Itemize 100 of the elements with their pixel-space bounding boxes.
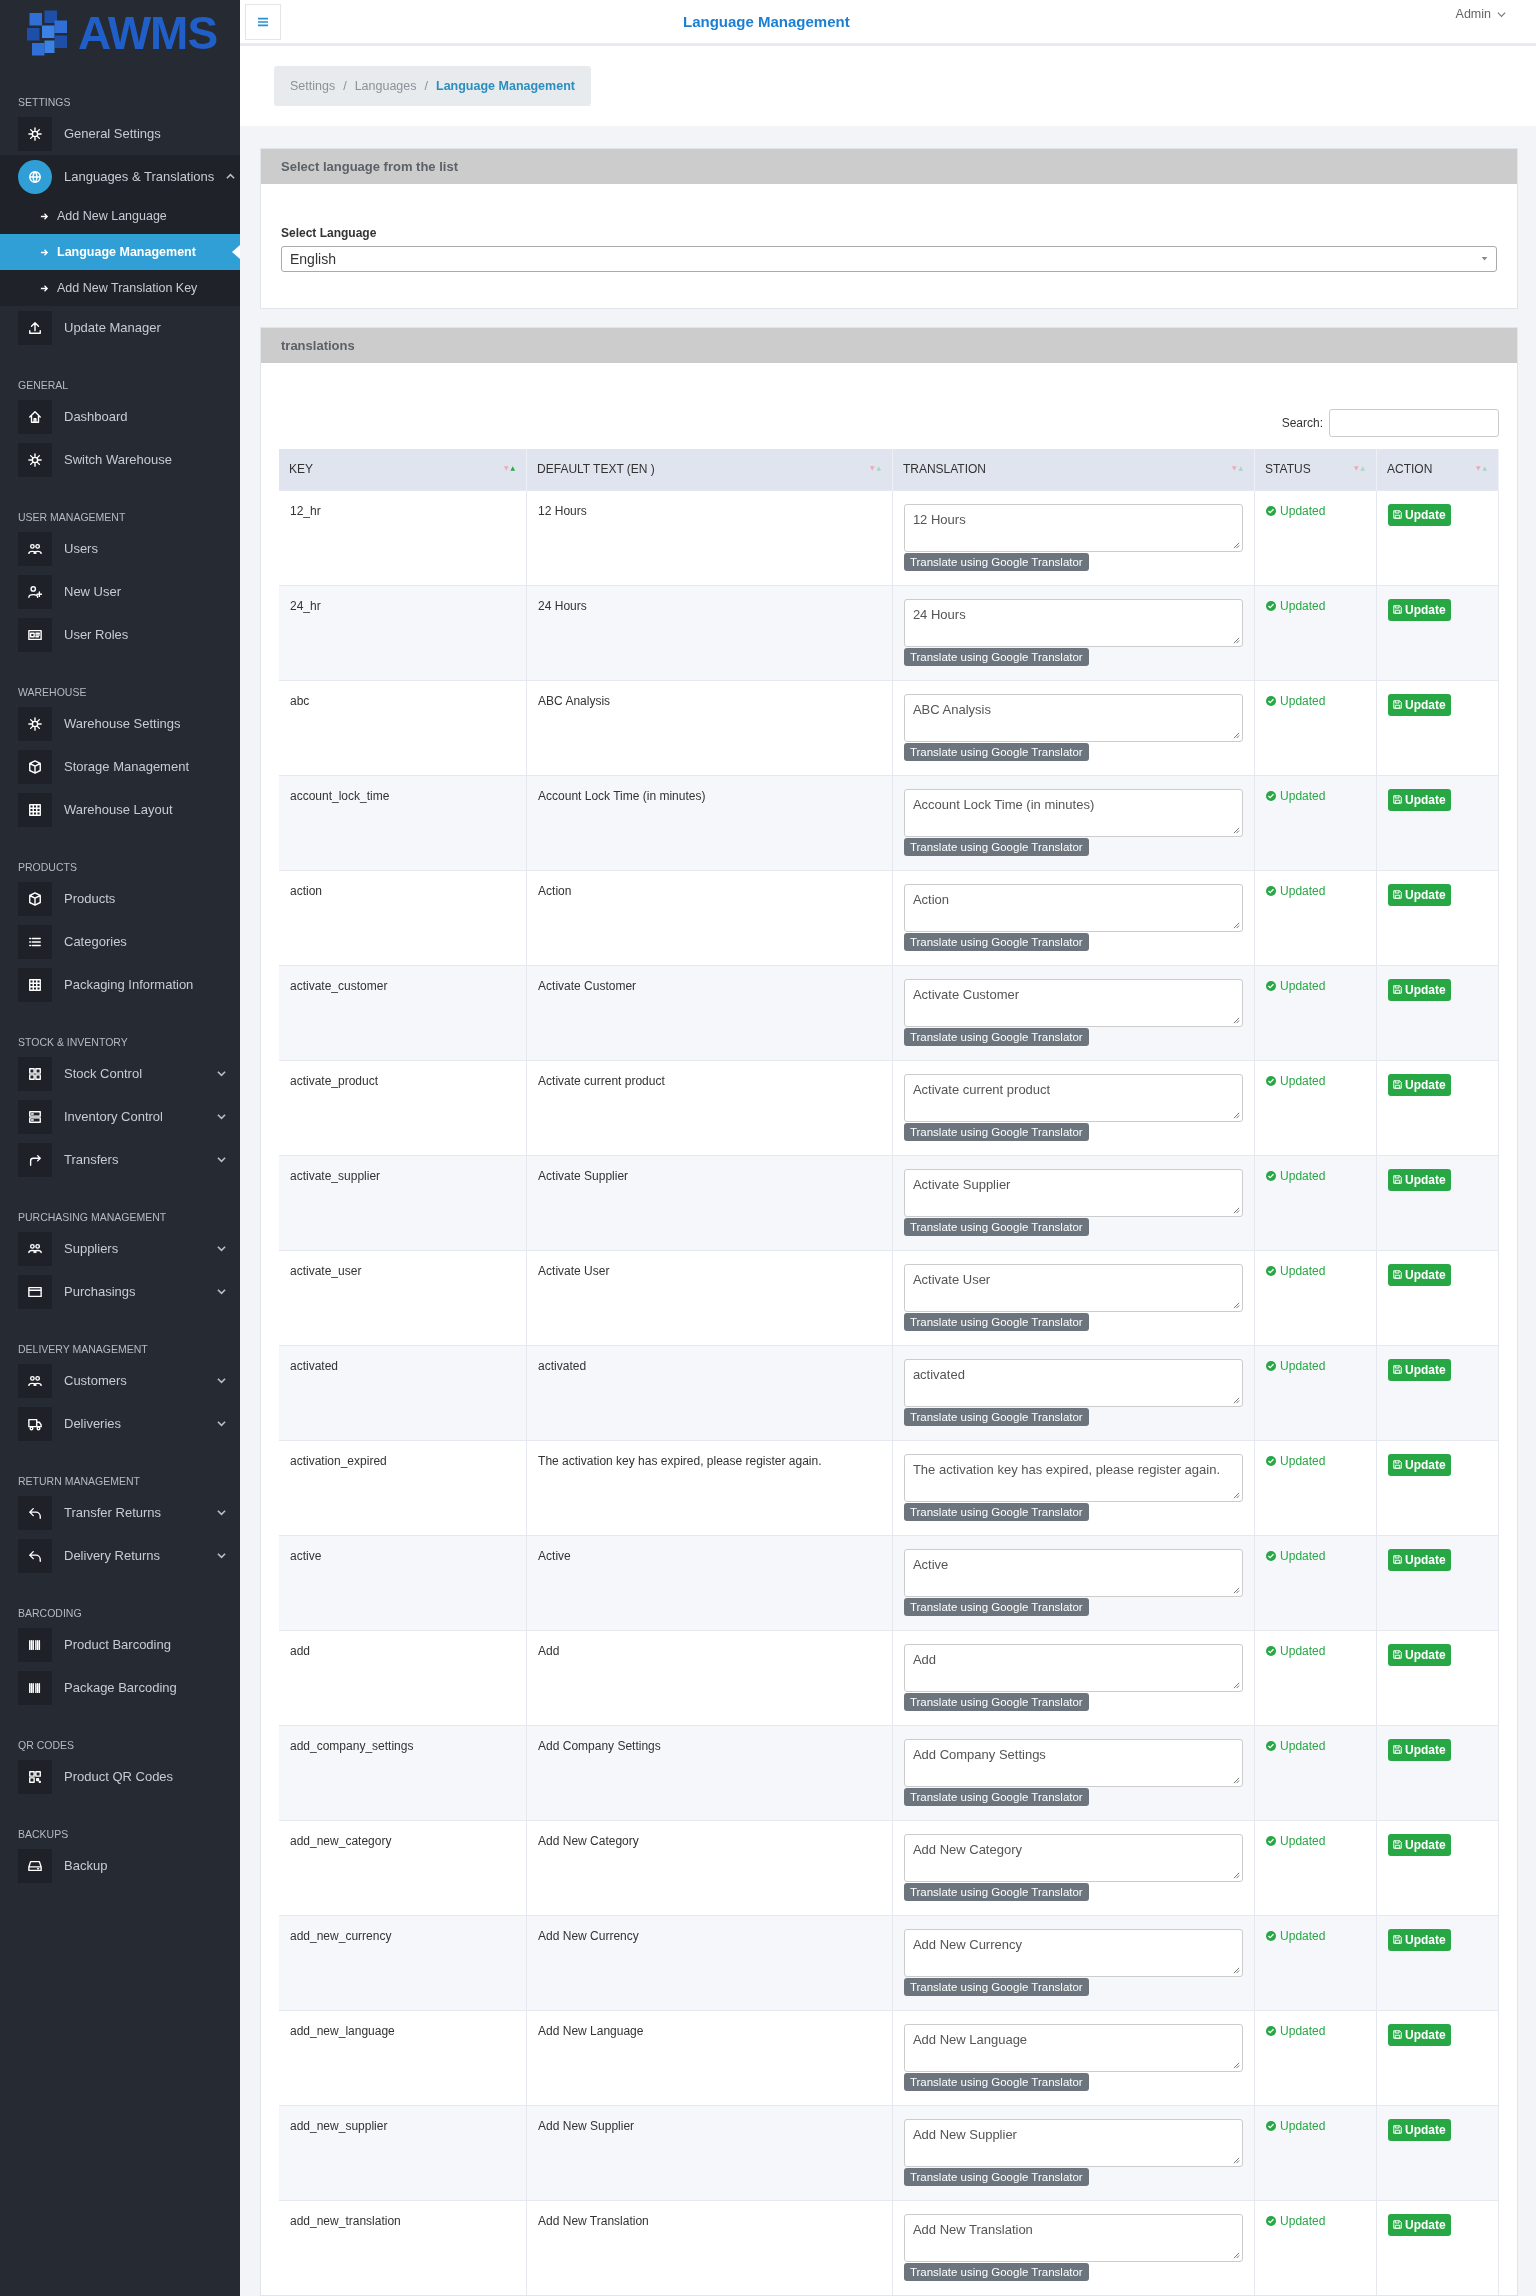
resize-grip-icon[interactable] xyxy=(1233,1776,1241,1784)
column-header[interactable]: STATUS xyxy=(1254,448,1377,490)
translation-field[interactable]: Add New Supplier xyxy=(903,2118,1244,2167)
sidebar-item[interactable]: Transfers xyxy=(0,1138,240,1181)
translation-field[interactable]: 12 Hours xyxy=(903,503,1244,552)
resize-grip-icon[interactable] xyxy=(1233,2251,1241,2259)
sidebar-item[interactable]: Package Barcoding xyxy=(0,1666,240,1709)
translation-field[interactable]: The activation key has expired, please register again. xyxy=(903,1453,1244,1502)
translate-button[interactable]: Translate using Google Translator xyxy=(903,2167,1089,2186)
translation-field[interactable]: Add New Language xyxy=(903,2023,1244,2072)
translate-button[interactable]: Translate using Google Translator xyxy=(903,1027,1089,1046)
translation-field[interactable]: Active xyxy=(903,1548,1244,1597)
sidebar-item[interactable]: Product Barcoding xyxy=(0,1623,240,1666)
translate-button[interactable]: Translate using Google Translator xyxy=(903,552,1089,571)
translation-field[interactable]: Activate Supplier xyxy=(903,1168,1244,1217)
translate-button[interactable]: Translate using Google Translator xyxy=(903,1882,1089,1901)
resize-grip-icon[interactable] xyxy=(1233,921,1241,929)
sidebar-item[interactable]: Users xyxy=(0,527,240,570)
sidebar-item[interactable]: Product QR Codes xyxy=(0,1755,240,1798)
sidebar-item[interactable]: User Roles xyxy=(0,613,240,656)
translate-button[interactable]: Translate using Google Translator xyxy=(903,932,1089,951)
sidebar-item[interactable]: Stock Control xyxy=(0,1052,240,1095)
resize-grip-icon[interactable] xyxy=(1233,1301,1241,1309)
sidebar-item[interactable]: Transfer Returns xyxy=(0,1491,240,1534)
resize-grip-icon[interactable] xyxy=(1233,1586,1241,1594)
status-text: Updated xyxy=(1280,1263,1326,1278)
sidebar-item[interactable]: New User xyxy=(0,570,240,613)
sidebar-item[interactable]: Categories xyxy=(0,920,240,963)
column-header[interactable]: TRANSLATION xyxy=(892,448,1255,490)
resize-grip-icon[interactable] xyxy=(1233,636,1241,644)
translation-field[interactable]: Account Lock Time (in minutes) xyxy=(903,788,1244,837)
column-header[interactable]: DEFAULT TEXT (EN ) xyxy=(526,448,893,490)
sidebar-item[interactable]: Customers xyxy=(0,1359,240,1402)
resize-grip-icon[interactable] xyxy=(1233,1491,1241,1499)
translation-field[interactable]: Add New Translation xyxy=(903,2213,1244,2262)
translate-button[interactable]: Translate using Google Translator xyxy=(903,837,1089,856)
translation-field[interactable]: Add Company Settings xyxy=(903,1738,1244,1787)
translate-button[interactable]: Translate using Google Translator xyxy=(903,1977,1089,1996)
sidebar-item[interactable]: Storage Management xyxy=(0,745,240,788)
translation-field[interactable]: Action xyxy=(903,883,1244,932)
resize-grip-icon[interactable] xyxy=(1233,731,1241,739)
translate-button[interactable]: Translate using Google Translator xyxy=(903,2262,1089,2281)
sidebar-item[interactable]: Inventory Control xyxy=(0,1095,240,1138)
translation-field[interactable]: Activate Customer xyxy=(903,978,1244,1027)
user-menu[interactable]: Admin xyxy=(1449,6,1512,22)
resize-grip-icon[interactable] xyxy=(1233,1016,1241,1024)
translate-button[interactable]: Translate using Google Translator xyxy=(903,1787,1089,1806)
resize-grip-icon[interactable] xyxy=(1233,1111,1241,1119)
sidebar-item[interactable]: Products xyxy=(0,877,240,920)
sidebar-item[interactable]: Deliveries xyxy=(0,1402,240,1445)
save-icon xyxy=(1393,510,1402,519)
column-header[interactable]: ACTION xyxy=(1376,448,1499,490)
section-title: STOCK & INVENTORY xyxy=(17,1036,129,1048)
resize-grip-icon[interactable] xyxy=(1233,2061,1241,2069)
translate-button[interactable]: Translate using Google Translator xyxy=(903,1122,1089,1141)
sidebar-item[interactable]: Backup xyxy=(0,1844,240,1887)
sidebar-item[interactable]: Purchasings xyxy=(0,1270,240,1313)
translate-button[interactable]: Translate using Google Translator xyxy=(903,742,1089,761)
translate-button[interactable]: Translate using Google Translator xyxy=(903,1692,1089,1711)
resize-grip-icon[interactable] xyxy=(1233,1681,1241,1689)
translate-button[interactable]: Translate using Google Translator xyxy=(903,1597,1089,1616)
translation-field[interactable]: Activate User xyxy=(903,1263,1244,1312)
column-header[interactable]: KEY xyxy=(279,448,527,490)
sidebar-item[interactable]: General Settings xyxy=(0,112,240,155)
translate-button[interactable]: Translate using Google Translator xyxy=(903,647,1089,666)
translate-button[interactable]: Translate using Google Translator xyxy=(903,1217,1089,1236)
check-circle-icon xyxy=(1266,505,1277,516)
sidebar-item[interactable]: Delivery Returns xyxy=(0,1534,240,1577)
sidebar-item[interactable]: Update Manager xyxy=(0,306,240,349)
submenu-item[interactable]: Add New Language xyxy=(0,198,240,234)
resize-grip-icon[interactable] xyxy=(1233,1396,1241,1404)
resize-grip-icon[interactable] xyxy=(1233,2156,1241,2164)
translation-field[interactable]: Activate current product xyxy=(903,1073,1244,1122)
sidebar-item[interactable]: Warehouse Layout xyxy=(0,788,240,831)
sidebar-item[interactable]: Packaging Information xyxy=(0,963,240,1006)
translation-field[interactable]: activated xyxy=(903,1358,1244,1407)
resize-grip-icon[interactable] xyxy=(1233,826,1241,834)
sidebar-item[interactable]: Languages & Translations xyxy=(0,155,240,198)
submenu-item[interactable]: Add New Translation Key xyxy=(0,270,240,306)
box-icon xyxy=(18,749,52,784)
translate-button[interactable]: Translate using Google Translator xyxy=(903,1312,1089,1331)
language-select[interactable]: English xyxy=(281,245,1497,272)
translate-button[interactable]: Translate using Google Translator xyxy=(903,1407,1089,1426)
translation-field[interactable]: Add xyxy=(903,1643,1244,1692)
sidebar-item[interactable]: Switch Warehouse xyxy=(0,438,240,481)
sidebar-item[interactable]: Dashboard xyxy=(0,395,240,438)
menu-button[interactable] xyxy=(245,3,281,40)
translate-button[interactable]: Translate using Google Translator xyxy=(903,1502,1089,1521)
translation-field[interactable]: 24 Hours xyxy=(903,598,1244,647)
translate-button[interactable]: Translate using Google Translator xyxy=(903,2072,1089,2091)
search-field[interactable] xyxy=(1329,408,1499,437)
resize-grip-icon[interactable] xyxy=(1233,1206,1241,1214)
translation-field[interactable]: Add New Currency xyxy=(903,1928,1244,1977)
sidebar-item[interactable]: Warehouse Settings xyxy=(0,702,240,745)
resize-grip-icon[interactable] xyxy=(1233,1871,1241,1879)
sidebar-item[interactable]: Suppliers xyxy=(0,1227,240,1270)
resize-grip-icon[interactable] xyxy=(1233,541,1241,549)
resize-grip-icon[interactable] xyxy=(1233,1966,1241,1974)
translation-field[interactable]: Add New Category xyxy=(903,1833,1244,1882)
translation-field[interactable]: ABC Analysis xyxy=(903,693,1244,742)
